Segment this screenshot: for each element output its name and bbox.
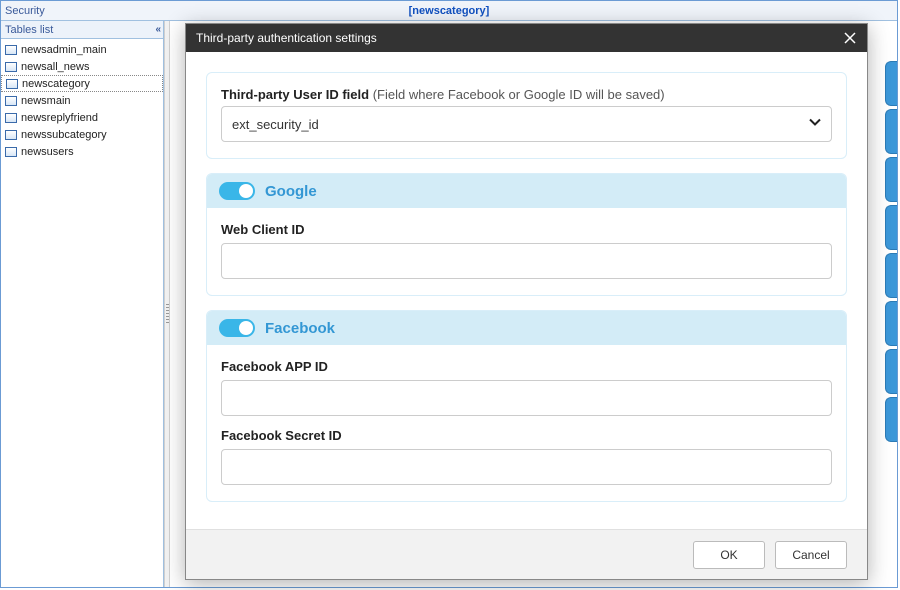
facebook-panel: Facebook Facebook APP ID Facebook Secret… [206, 310, 847, 502]
right-tab[interactable] [885, 397, 897, 442]
facebook-panel-header: Facebook [207, 311, 846, 345]
third-party-auth-dialog: Third-party authentication settings Thir… [185, 23, 868, 580]
facebook-app-id-label: Facebook APP ID [221, 359, 832, 374]
right-tab[interactable] [885, 301, 897, 346]
table-icon [5, 62, 17, 72]
sidebar-item-label: newsusers [21, 146, 74, 158]
sidebar-header: Tables list « [1, 21, 163, 39]
sidebar-item-label: newsall_news [21, 61, 89, 73]
table-icon [5, 45, 17, 55]
cancel-button[interactable]: Cancel [775, 541, 847, 569]
facebook-panel-title: Facebook [265, 320, 335, 337]
facebook-app-id-input[interactable] [221, 380, 832, 416]
sidebar-item-label: newscategory [22, 78, 90, 90]
facebook-toggle[interactable] [219, 319, 255, 337]
userid-panel: Third-party User ID field (Field where F… [206, 72, 847, 159]
right-tab[interactable] [885, 61, 897, 106]
tables-list: newsadmin_main newsall_news newscategory ne… [1, 39, 163, 587]
table-icon [6, 79, 18, 89]
sidebar: Tables list « newsadmin_main newsall_news… [1, 21, 164, 587]
sidebar-item-newscategory[interactable]: newscategory [1, 75, 163, 92]
sidebar-item-label: newsmain [21, 95, 71, 107]
sidebar-item-newssubcategory[interactable]: newssubcategory [1, 126, 163, 143]
google-panel-title: Google [265, 183, 317, 200]
right-tabs [885, 61, 897, 442]
facebook-secret-id-input[interactable] [221, 449, 832, 485]
ok-button[interactable]: OK [693, 541, 765, 569]
google-panel-header: Google [207, 174, 846, 208]
right-tab[interactable] [885, 205, 897, 250]
google-panel: Google Web Client ID [206, 173, 847, 296]
table-icon [5, 113, 17, 123]
sidebar-item-newsall_news[interactable]: newsall_news [1, 58, 163, 75]
sidebar-item-newsmain[interactable]: newsmain [1, 92, 163, 109]
sidebar-item-label: newssubcategory [21, 129, 107, 141]
google-toggle[interactable] [219, 182, 255, 200]
top-bar: Security [newscategory] [1, 1, 897, 21]
right-tab[interactable] [885, 157, 897, 202]
table-icon [5, 130, 17, 140]
sidebar-item-newsreplyfriend[interactable]: newsreplyfriend [1, 109, 163, 126]
dialog-footer: OK Cancel [186, 529, 867, 579]
sidebar-item-newsadmin_main[interactable]: newsadmin_main [1, 41, 163, 58]
close-icon[interactable] [841, 29, 859, 47]
sidebar-item-label: newsadmin_main [21, 44, 107, 56]
right-tab[interactable] [885, 109, 897, 154]
table-icon [5, 147, 17, 157]
top-bar-section-label: Security [5, 5, 45, 17]
right-tab[interactable] [885, 253, 897, 298]
dialog-title: Third-party authentication settings [196, 31, 377, 45]
right-tab[interactable] [885, 349, 897, 394]
web-client-id-input[interactable] [221, 243, 832, 279]
sidebar-item-newsusers[interactable]: newsusers [1, 143, 163, 160]
userid-field-label: Third-party User ID field (Field where F… [221, 87, 832, 102]
collapse-icon[interactable]: « [155, 24, 159, 35]
facebook-secret-id-label: Facebook Secret ID [221, 428, 832, 443]
userid-field-select[interactable] [221, 106, 832, 142]
page-title: [newscategory] [1, 1, 897, 21]
dialog-titlebar[interactable]: Third-party authentication settings [186, 24, 867, 52]
sidebar-title: Tables list [5, 24, 53, 36]
web-client-id-label: Web Client ID [221, 222, 832, 237]
sidebar-item-label: newsreplyfriend [21, 112, 98, 124]
dialog-body: Third-party User ID field (Field where F… [186, 52, 867, 529]
table-icon [5, 96, 17, 106]
